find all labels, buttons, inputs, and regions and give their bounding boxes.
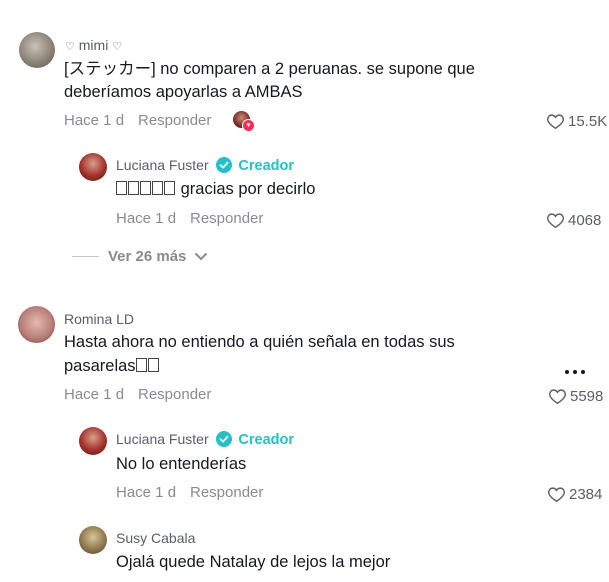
like-count: 4068 bbox=[568, 212, 602, 229]
reply-text: No lo entenderías bbox=[116, 455, 247, 473]
creator-liked-avatar: ♥ bbox=[233, 111, 255, 132]
reply-button[interactable]: Responder bbox=[138, 112, 211, 129]
comment-text: Ojalá quede Natalay de lejos la mejor bbox=[116, 553, 391, 571]
heart-icon bbox=[547, 114, 564, 129]
more-options-icon[interactable] bbox=[565, 366, 591, 378]
avatar[interactable] bbox=[79, 427, 107, 455]
like-count: 5598 bbox=[570, 388, 604, 405]
reply-time: Hace 1 d bbox=[116, 484, 177, 501]
reply-username[interactable]: Luciana Fuster Creador bbox=[116, 431, 294, 448]
chevron-down-icon bbox=[195, 252, 208, 260]
heart-badge-icon: ♥ bbox=[242, 119, 255, 132]
comment-username[interactable]: Romina LD bbox=[64, 311, 134, 327]
avatar[interactable] bbox=[18, 306, 55, 343]
creator-badge: Creador bbox=[238, 158, 294, 174]
heart-icon bbox=[547, 213, 564, 228]
comment-text-continued: deberíamos apoyarlas a AMBAS bbox=[64, 83, 303, 101]
like-count: 2384 bbox=[569, 486, 603, 503]
heart-icon bbox=[548, 487, 565, 502]
reply-text: gracias por decirlo bbox=[116, 177, 315, 201]
avatar[interactable] bbox=[19, 32, 55, 68]
verified-badge-icon bbox=[215, 431, 232, 447]
creator-badge: Creador bbox=[238, 432, 294, 448]
like-button[interactable]: 4068 bbox=[547, 212, 601, 229]
comment-time: Hace 1 d bbox=[64, 112, 125, 129]
reply-time: Hace 1 d bbox=[116, 210, 177, 227]
comment-username[interactable]: ♡ mimi ♡ bbox=[65, 37, 122, 53]
reply-button[interactable]: Responder bbox=[190, 484, 263, 501]
reply-button[interactable]: Responder bbox=[138, 386, 211, 403]
verified-badge-icon bbox=[215, 157, 232, 173]
heart-icon bbox=[549, 389, 566, 404]
avatar[interactable] bbox=[79, 526, 107, 554]
avatar[interactable] bbox=[79, 153, 107, 181]
reply-username[interactable]: Luciana Fuster Creador bbox=[116, 157, 294, 174]
reply-button[interactable]: Responder bbox=[190, 210, 263, 227]
like-button[interactable]: 15.5K bbox=[547, 113, 607, 130]
comment-text: [ステッカー] no comparen a 2 peruanas. se sup… bbox=[64, 60, 475, 78]
comment-text-continued: pasarelas bbox=[64, 354, 160, 378]
heart-outline-icon: ♡ bbox=[112, 41, 123, 53]
emoji-placeholder-icon bbox=[116, 180, 176, 198]
comment-username[interactable]: Susy Cabala bbox=[116, 530, 195, 546]
view-more-replies[interactable]: Ver 26 más bbox=[72, 248, 208, 265]
like-button[interactable]: 2384 bbox=[548, 486, 602, 503]
like-button[interactable]: 5598 bbox=[549, 388, 603, 405]
emoji-placeholder-icon bbox=[135, 357, 160, 375]
divider-line bbox=[72, 256, 99, 257]
comment-time: Hace 1 d bbox=[64, 386, 125, 403]
like-count: 15.5K bbox=[568, 113, 608, 130]
heart-outline-icon: ♡ bbox=[65, 41, 75, 53]
comment-text: Hasta ahora no entiendo a quién señala e… bbox=[64, 333, 455, 351]
